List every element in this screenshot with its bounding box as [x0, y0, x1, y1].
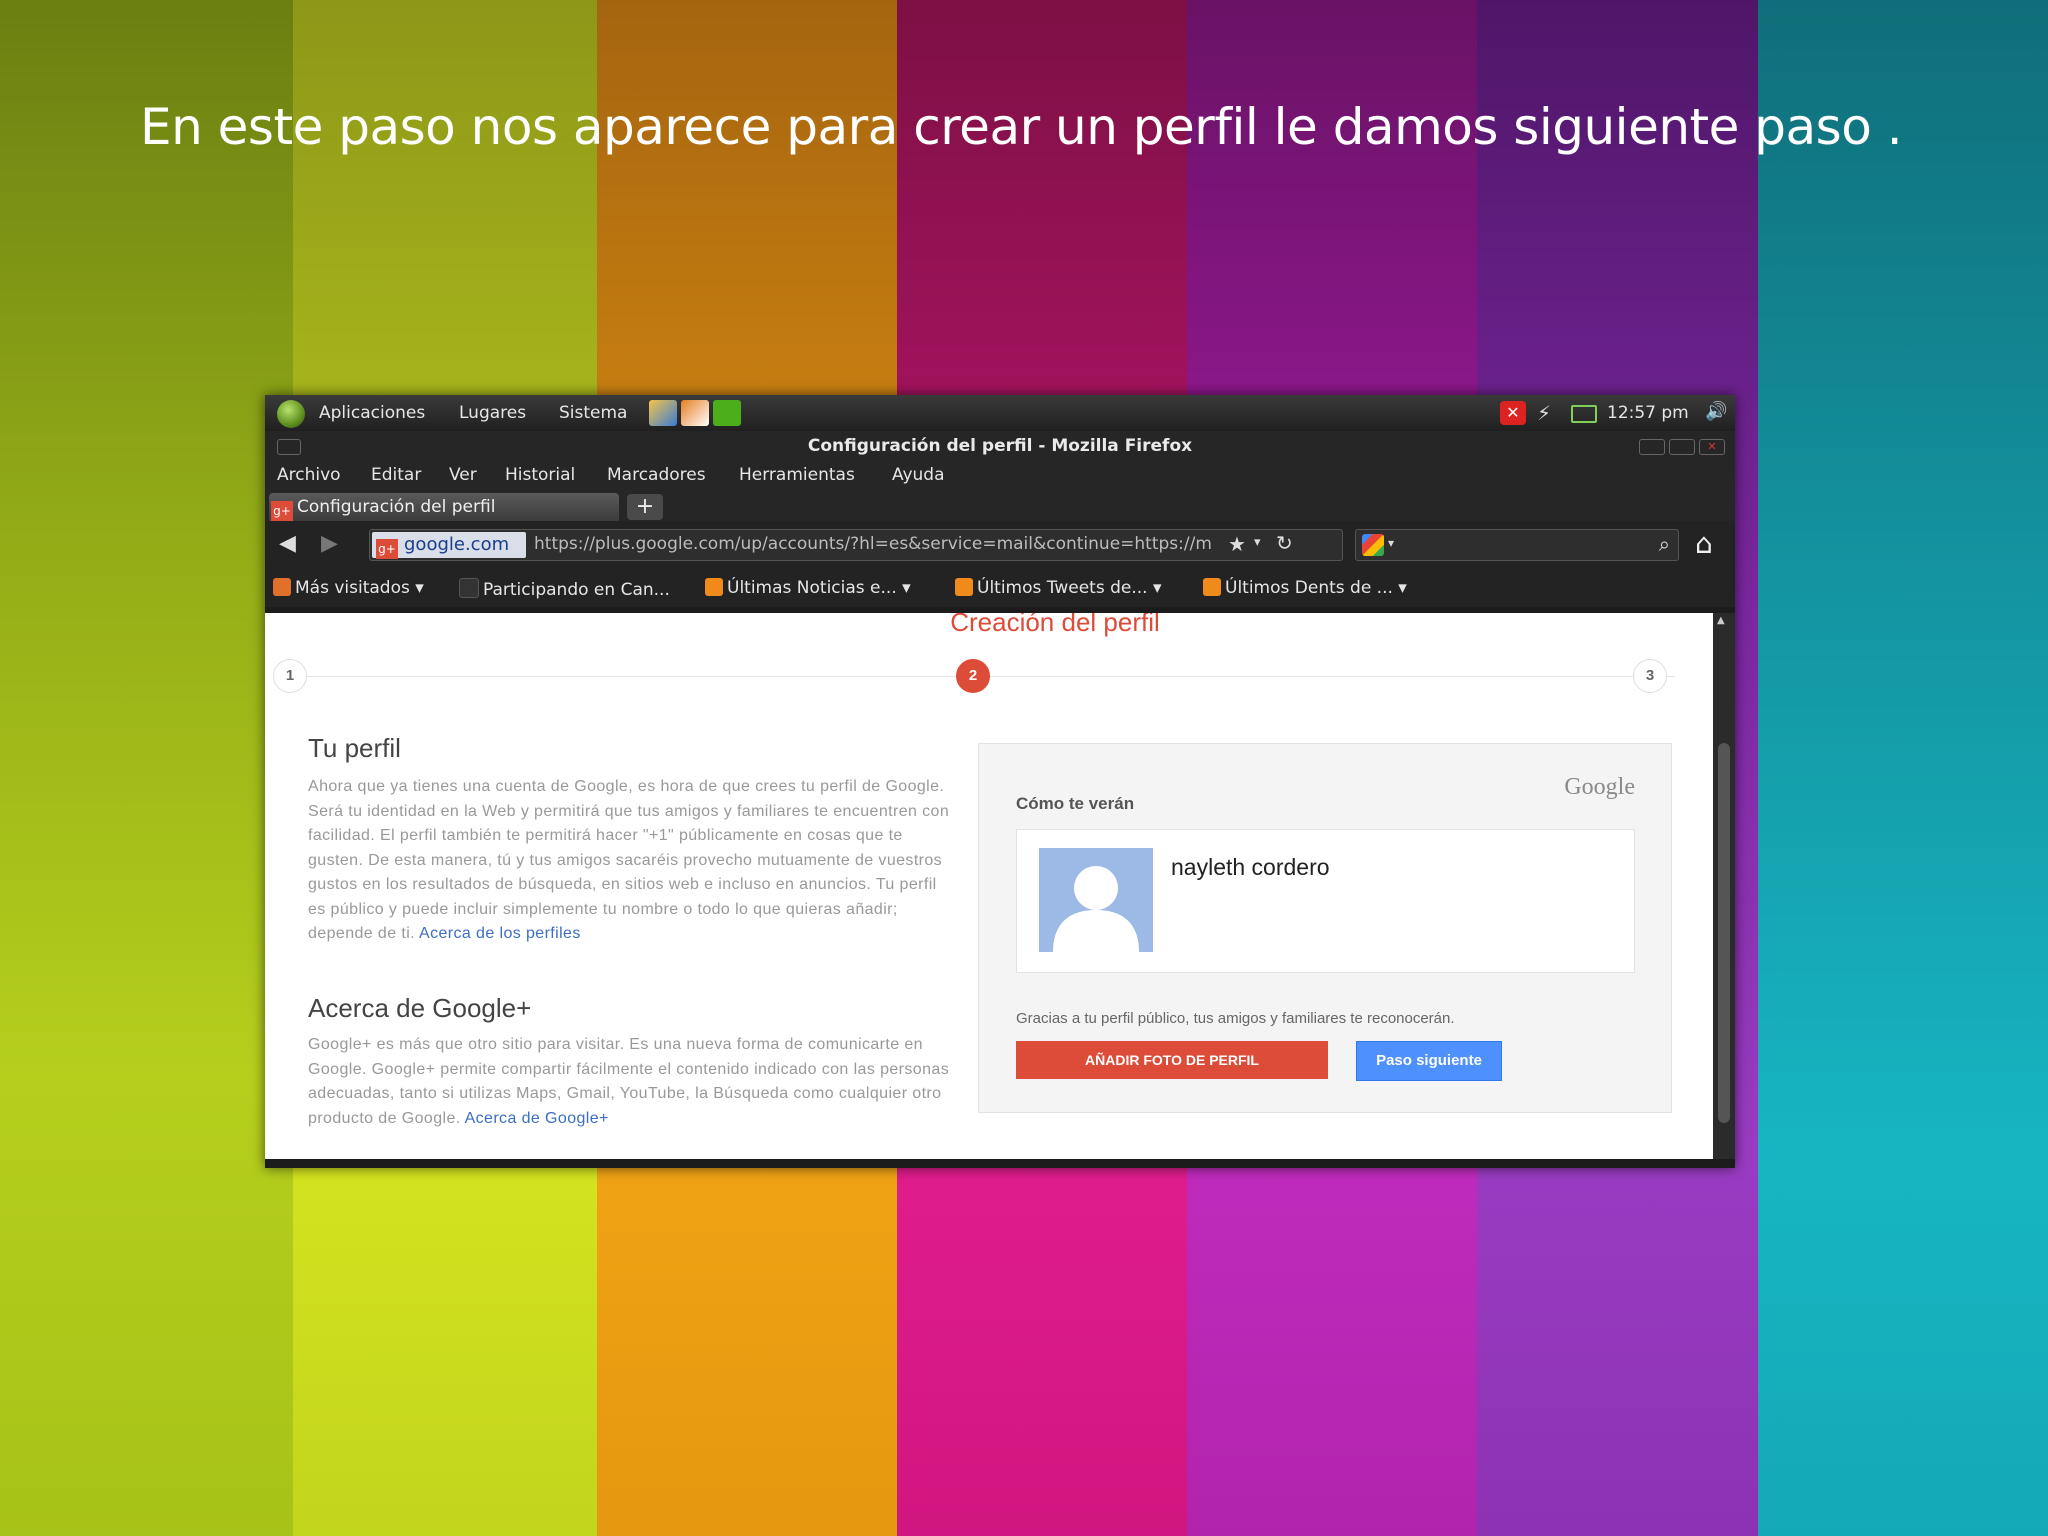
reload-icon[interactable]: ↻ — [1276, 531, 1293, 555]
bookmark-ultimos-tweets[interactable]: Últimos Tweets de... ▾ — [955, 578, 1162, 598]
page-title: Creación del perfil — [950, 613, 1160, 637]
profile-heading: Tu perfil — [308, 733, 401, 763]
step-3: 3 — [1633, 659, 1667, 693]
recognition-note: Gracias a tu perfil público, tus amigos … — [1016, 1010, 1455, 1027]
menu-historial[interactable]: Historial — [505, 465, 575, 485]
tab-label: Configuración del perfil — [297, 497, 496, 517]
panel-clock[interactable]: 12:57 pm — [1607, 403, 1689, 423]
search-icon[interactable]: ⌕ — [1659, 532, 1670, 556]
maximize-icon[interactable] — [1669, 439, 1695, 455]
search-engine-dropdown-icon[interactable]: ▾ — [1388, 536, 1394, 550]
firefox-screenshot: Aplicaciones Lugares Sistema ✕ ⚡ 12:57 p… — [265, 395, 1735, 1168]
close-icon[interactable]: ✕ — [1699, 439, 1725, 455]
rss-icon — [705, 578, 723, 596]
panel-menu-sistema[interactable]: Sistema — [559, 403, 627, 423]
step-2-active: 2 — [956, 659, 990, 693]
scrollbar-thumb[interactable] — [1718, 743, 1730, 1123]
bookmark-star-icon[interactable]: ★ — [1228, 532, 1246, 556]
url-dropdown-icon[interactable]: ▾ — [1254, 535, 1261, 550]
network-plug-icon[interactable]: ⚡ — [1537, 401, 1551, 425]
bookmarks-toolbar: Más visitados ▾ Participando en Can... Ú… — [265, 567, 1735, 607]
about-google-plus-heading: Acerca de Google+ — [308, 993, 532, 1023]
slide-headline: En este paso nos aparece para crear un p… — [140, 98, 1903, 156]
site-domain: google.com — [404, 534, 510, 555]
menu-archivo[interactable]: Archivo — [277, 465, 341, 485]
bookmark-mas-visitados[interactable]: Más visitados ▾ — [273, 578, 424, 598]
about-profiles-link[interactable]: Acerca de los perfiles — [419, 925, 581, 942]
back-arrow-icon[interactable]: ◀ — [279, 531, 296, 556]
menu-herramientas[interactable]: Herramientas — [739, 465, 855, 485]
step-1: 1 — [273, 659, 307, 693]
panel-menu-lugares[interactable]: Lugares — [459, 403, 526, 423]
launcher-files-icon[interactable] — [649, 400, 677, 426]
home-icon[interactable]: ⌂ — [1695, 527, 1713, 560]
bookmark-participando[interactable]: Participando en Can... — [459, 578, 670, 600]
google-logo: Google — [1564, 774, 1635, 800]
minimize-icon[interactable] — [1639, 439, 1665, 455]
window-title: Configuración del perfil - Mozilla Firef… — [807, 436, 1193, 456]
google-plus-favicon-icon: g+ — [271, 501, 293, 521]
gnome-panel: Aplicaciones Lugares Sistema ✕ ⚡ 12:57 p… — [265, 395, 1735, 431]
menu-editar[interactable]: Editar — [371, 465, 421, 485]
search-engine-icon[interactable] — [1362, 534, 1384, 556]
error-tray-icon[interactable]: ✕ — [1500, 401, 1526, 425]
vertical-scrollbar[interactable]: ▲ — [1713, 613, 1735, 1159]
tab-configuracion-perfil[interactable]: g+ Configuración del perfil — [269, 493, 619, 521]
profile-name: nayleth cordero — [1171, 854, 1330, 880]
url-bar[interactable]: g+ google.com https://plus.google.com/up/… — [369, 529, 1343, 561]
page-content: Creación del perfil 1 2 3 Tu perfil Ahor… — [265, 613, 1713, 1159]
window-titlebar: Configuración del perfil - Mozilla Firef… — [265, 431, 1735, 461]
next-step-button[interactable]: Paso siguiente — [1356, 1041, 1502, 1081]
battery-icon[interactable] — [1571, 405, 1597, 423]
about-google-plus-link[interactable]: Acerca de Google+ — [465, 1110, 609, 1127]
window-menu-icon[interactable] — [277, 439, 301, 455]
firefox-menubar: Archivo Editar Ver Historial Marcadores … — [265, 461, 1735, 491]
forward-arrow-icon[interactable]: ▶ — [321, 531, 338, 556]
add-profile-photo-button[interactable]: AÑADIR FOTO DE PERFIL — [1016, 1041, 1328, 1079]
url-text: https://plus.google.com/up/accounts/?hl=… — [534, 534, 1212, 554]
menu-marcadores[interactable]: Marcadores — [607, 465, 706, 485]
launcher-leaf-icon[interactable] — [713, 400, 741, 426]
profile-description: Ahora que ya tienes una cuenta de Google… — [308, 778, 950, 942]
navigation-toolbar: ◀ ▶ g+ google.com https://plus.google.com… — [265, 521, 1735, 567]
about-google-plus-description: Google+ es más que otro sitio para visit… — [308, 1036, 950, 1127]
distro-logo-icon[interactable] — [277, 400, 305, 428]
volume-icon[interactable]: 🔊 — [1705, 401, 1727, 422]
scroll-up-icon[interactable]: ▲ — [1717, 615, 1725, 626]
profile-preview: nayleth cordero — [1016, 829, 1635, 973]
bookmark-ultimos-dents[interactable]: Últimos Dents de ... ▾ — [1203, 578, 1407, 598]
launcher-app-icon[interactable] — [681, 400, 709, 426]
avatar-placeholder-icon — [1039, 848, 1153, 952]
site-identity-button[interactable]: g+ google.com — [372, 532, 526, 559]
profile-preview-card: Google Cómo te verán nayleth cordero Gra… — [978, 743, 1672, 1113]
search-field[interactable]: ▾ ⌕ — [1355, 529, 1679, 561]
tab-strip: g+ Configuración del perfil + — [265, 491, 1735, 521]
page-icon — [459, 578, 479, 598]
preview-label: Cómo te verán — [1016, 794, 1135, 813]
menu-ver[interactable]: Ver — [449, 465, 477, 485]
new-tab-button[interactable]: + — [627, 494, 663, 520]
bookmark-ultimas-noticias[interactable]: Últimas Noticias e... ▾ — [705, 578, 911, 598]
panel-menu-aplicaciones[interactable]: Aplicaciones — [319, 403, 425, 423]
google-plus-site-icon: g+ — [376, 539, 398, 559]
rss-icon — [1203, 578, 1221, 596]
rss-icon — [955, 578, 973, 596]
folder-icon — [273, 578, 291, 596]
menu-ayuda[interactable]: Ayuda — [892, 465, 945, 485]
